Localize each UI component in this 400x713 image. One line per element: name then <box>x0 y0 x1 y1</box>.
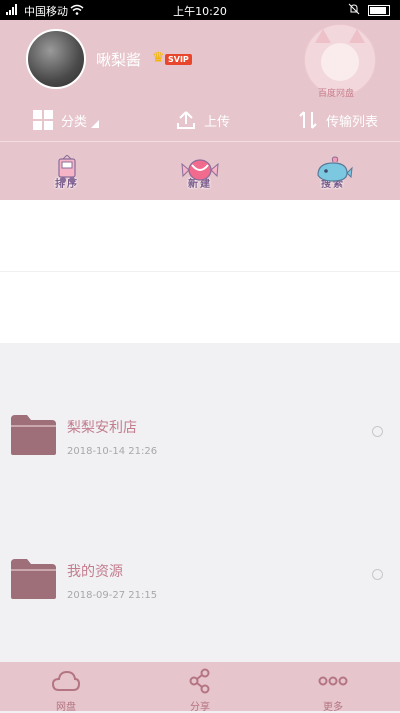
clock: 上午10:20 <box>173 5 227 18</box>
select-radio[interactable] <box>372 569 383 580</box>
mute-icon <box>348 3 360 18</box>
crown-icon: ♛ <box>152 50 165 66</box>
tab-share[interactable]: 分享 <box>170 668 230 713</box>
select-radio[interactable] <box>372 426 383 437</box>
battery-icon <box>368 5 390 16</box>
cloud-icon <box>51 668 81 694</box>
folder-icon <box>11 415 56 455</box>
file-name: 我的资源 <box>67 564 123 580</box>
sort-button[interactable]: 排序 <box>37 154 97 190</box>
transfer-list-button[interactable]: 传输列表 <box>298 110 378 130</box>
upload-label: 上传 <box>204 114 231 130</box>
list-item[interactable]: 梨梨安利店 2018-10-14 21:26 <box>0 200 400 457</box>
mascot-label: 百度网盘 <box>318 89 355 99</box>
new-candy-icon <box>180 155 220 181</box>
transfer-arrows-icon <box>298 110 318 130</box>
share-icon <box>185 668 215 694</box>
tab-netdisk[interactable]: 网盘 <box>36 668 96 713</box>
file-date: 2018-10-14 21:26 <box>67 446 158 457</box>
upload-button[interactable]: 上传 <box>176 110 230 130</box>
dropdown-corner-icon <box>91 120 100 128</box>
file-date: 2018-09-27 21:15 <box>67 590 158 601</box>
grid-icon <box>33 110 53 130</box>
avatar[interactable] <box>26 29 86 89</box>
cat-ear-icon <box>349 29 365 43</box>
file-name: 梨梨安利店 <box>67 420 137 436</box>
more-icon <box>318 668 348 694</box>
category-button[interactable]: 分类 <box>33 110 100 130</box>
folder-icon <box>11 559 56 599</box>
mascot-face <box>321 43 359 81</box>
upload-icon <box>176 110 196 130</box>
tab-more[interactable]: 更多 <box>303 668 363 713</box>
status-bar: 中国移动 上午10:20 <box>0 0 400 20</box>
new-button[interactable]: 新建 <box>170 155 230 190</box>
list-item[interactable]: 我的资源 2018-09-27 21:15 <box>0 271 400 601</box>
username[interactable]: 啾梨酱 <box>96 49 141 70</box>
transfer-label: 传输列表 <box>326 114 379 130</box>
category-label: 分类 <box>61 114 88 130</box>
search-button[interactable]: 搜索 <box>303 155 363 190</box>
svip-tag: SVIP <box>165 54 192 65</box>
search-whale-icon <box>313 155 353 182</box>
cat-ear-icon <box>315 29 331 43</box>
header-divider <box>0 141 400 142</box>
sort-truck-icon <box>47 154 87 183</box>
